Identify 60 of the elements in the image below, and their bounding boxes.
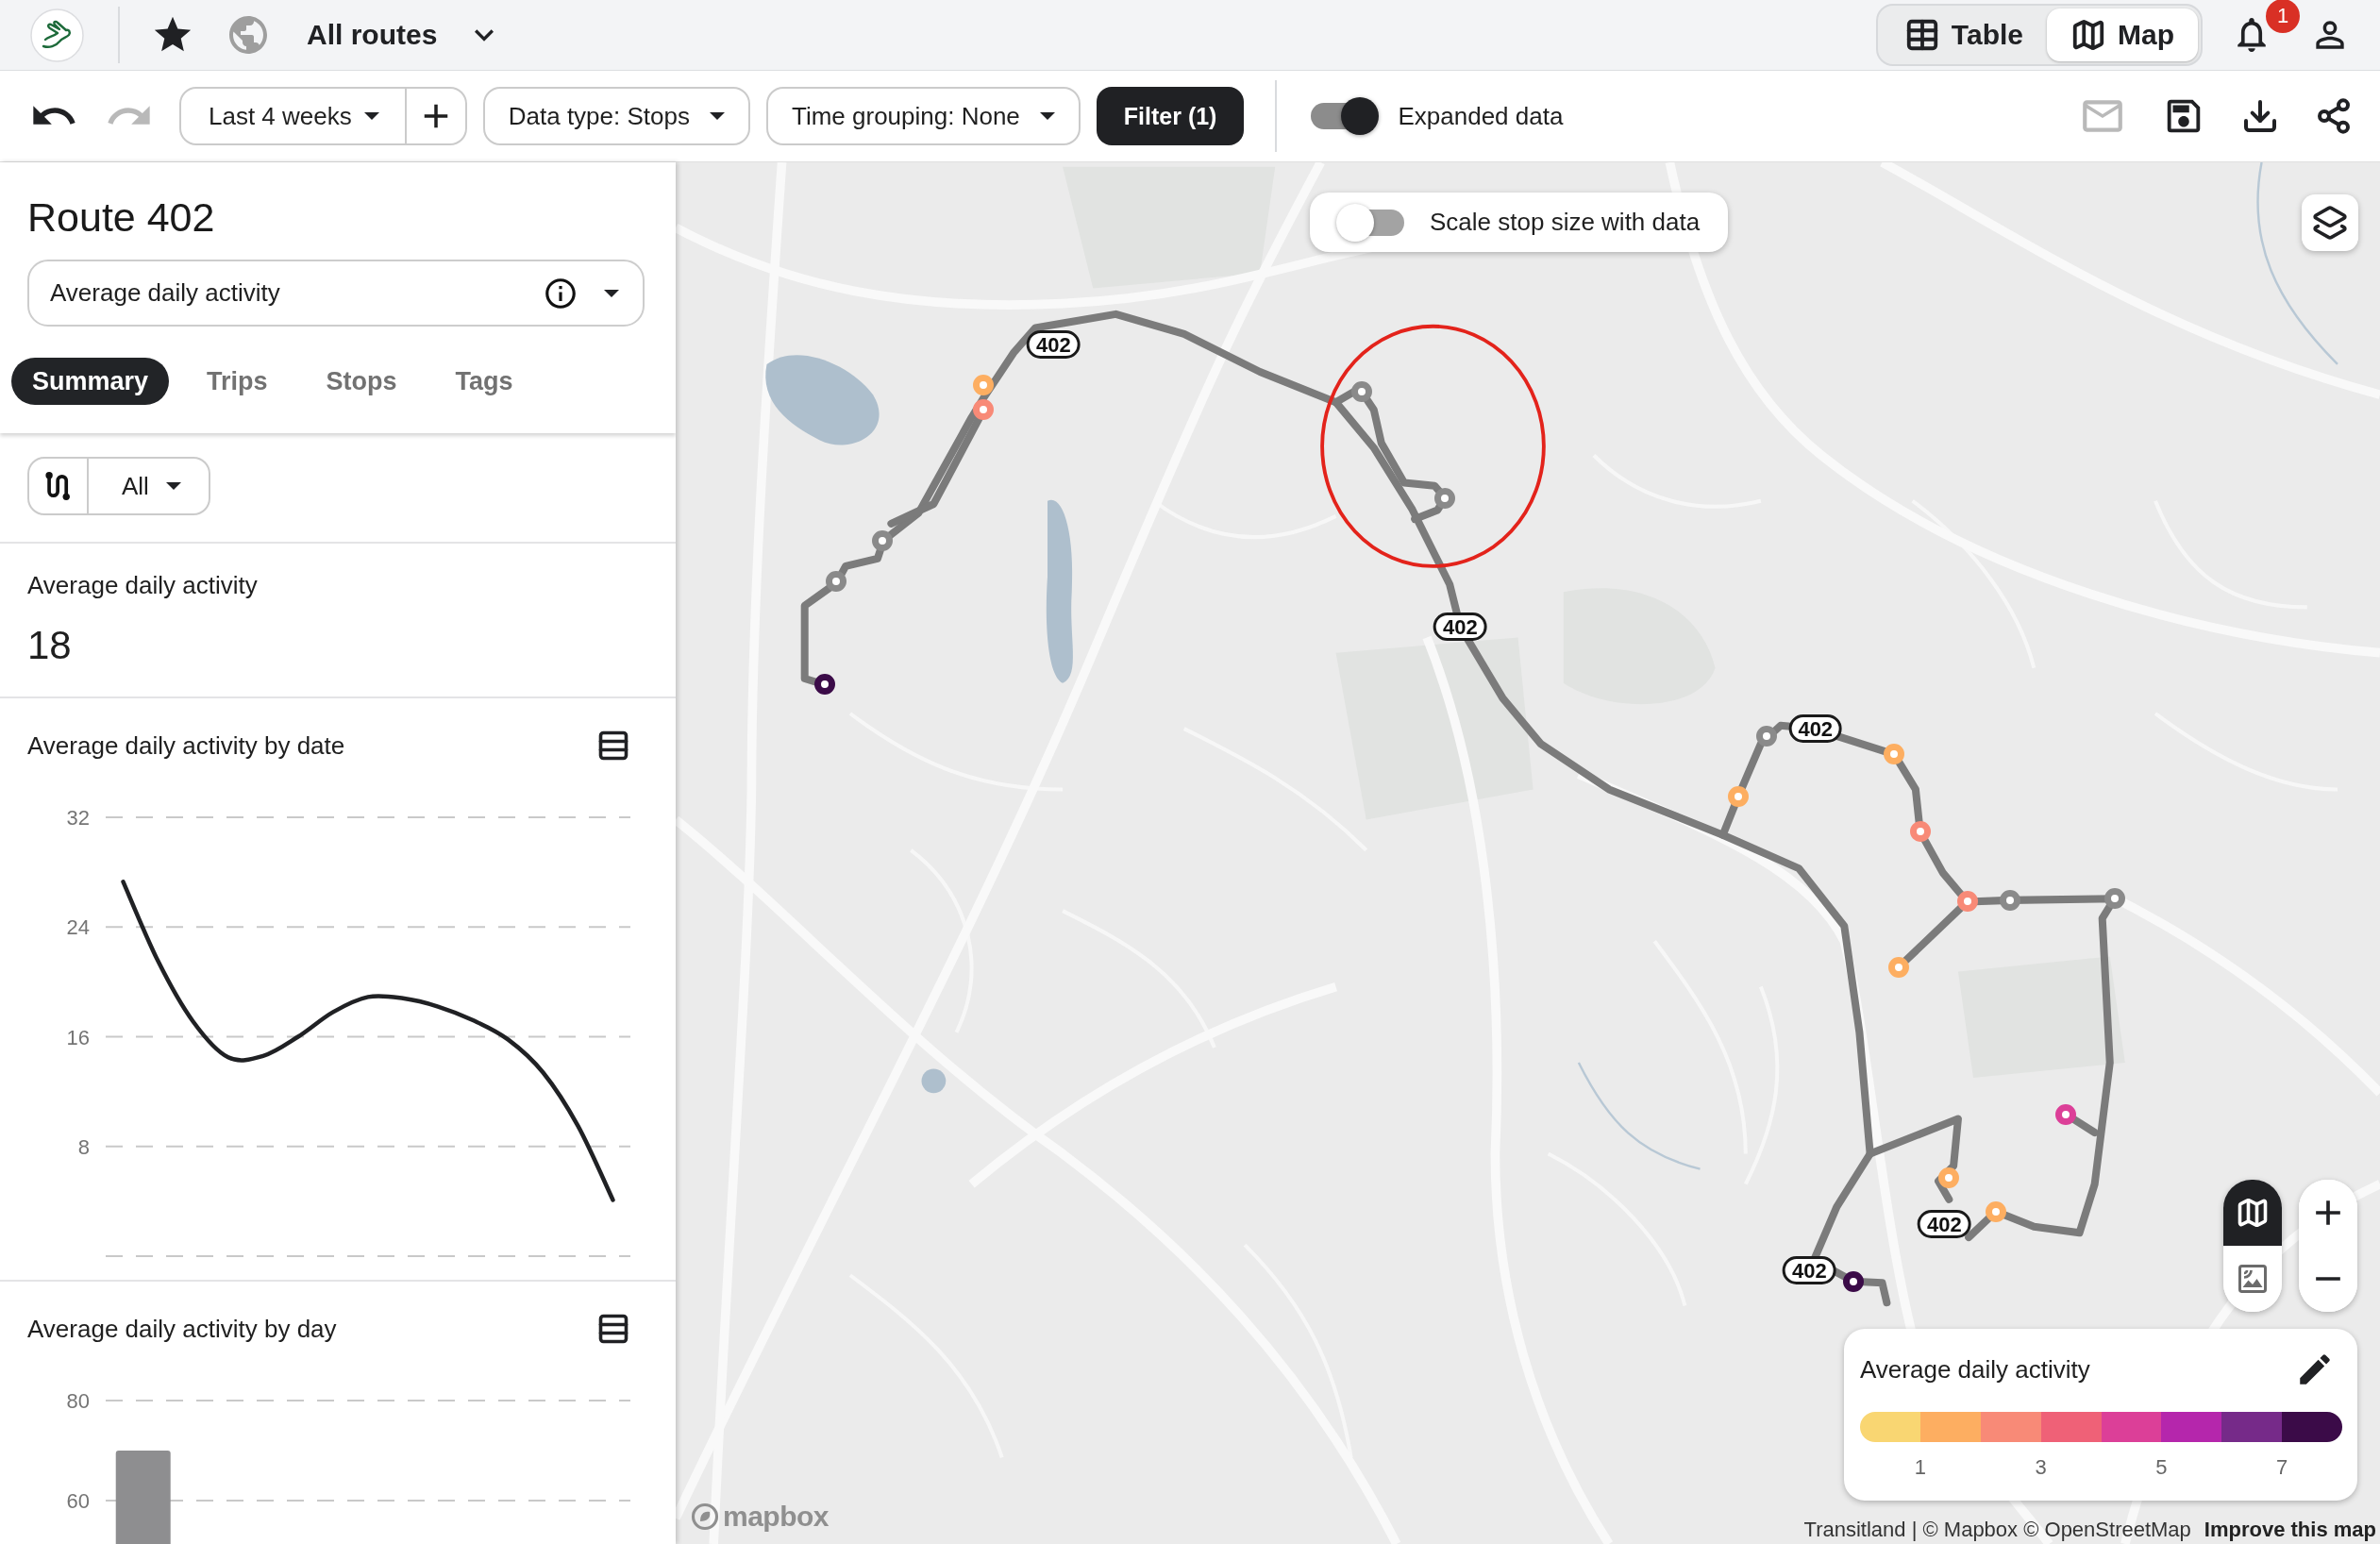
legend-tick-label: 1 [1914,1455,1926,1480]
chart-title: Average daily activity by date [27,730,345,761]
caret-icon [1039,112,1055,120]
satellite-icon[interactable] [2236,1262,2270,1296]
legend-tick-label: 7 [2276,1455,2288,1480]
view-tab[interactable]: Table [1880,8,2047,61]
route-shield: 402 [1433,613,1487,642]
tab[interactable]: Summary [11,358,170,405]
layers-icon [2312,205,2348,241]
date-range-dropdown[interactable]: Last 4 weeks [179,87,407,145]
route-title: Route 402 [27,193,216,242]
filter-button[interactable]: Filter (1) [1096,87,1245,145]
axis-tick-label: 16 [66,1025,90,1049]
chart-title: Average daily activity by day [27,1314,337,1344]
tab[interactable]: Stops [305,358,418,405]
map-icon[interactable] [2236,1196,2270,1230]
layers-button[interactable] [2302,194,2358,251]
mapbox-wordmark: mapbox [723,1501,830,1533]
map-icon [2070,17,2106,53]
toggle-label: Expanded data [1398,101,1564,131]
caret-icon [710,112,725,120]
toggle-label: Scale stop size with data [1430,208,1701,237]
attribution-text: Transitland | © Mapbox © OpenStreetMap [1803,1518,2191,1542]
rabbit-logo-icon[interactable] [30,8,84,62]
dropdown[interactable]: Time grouping: None [766,87,1081,145]
toggle-switch[interactable] [1336,203,1406,242]
notification-badge: 1 [2266,0,2300,33]
stat-label: Average daily activity [27,570,259,601]
axis-tick-label: 60 [66,1489,90,1513]
improve-map-link[interactable]: Improve this map [2204,1518,2376,1542]
dropdown[interactable]: Data type: Stops [482,87,750,145]
toggle-switch[interactable] [1309,97,1380,135]
route-shield: 402 [1027,330,1081,360]
metric-dropdown[interactable]: Average daily activity [27,260,645,327]
axis-tick-label: 8 [77,1134,90,1159]
tab[interactable]: Tags [434,358,534,405]
download-icon[interactable] [2241,97,2279,135]
map-style-button[interactable] [2223,1180,2282,1246]
bell-icon[interactable] [2238,18,2266,52]
caret-icon [165,482,181,490]
direction-dropdown[interactable]: All [89,457,210,515]
table-rows-icon[interactable] [596,1312,630,1346]
table-rows-icon[interactable] [596,729,630,763]
pond [921,1068,947,1094]
legend-title: Average daily activity [1860,1354,2090,1385]
caret-icon [363,112,379,120]
direction-button[interactable] [27,457,89,515]
route-selector[interactable]: All routes [307,16,504,54]
stat-value: 18 [27,622,73,669]
tab[interactable]: Trips [186,358,289,405]
axis-tick-label: 24 [66,915,90,940]
add-date-range-button[interactable] [406,87,467,145]
legend-tick-label: 5 [2155,1455,2168,1480]
axis-tick-label: 80 [66,1389,90,1413]
axis-tick-label: 32 [66,806,90,830]
share-icon[interactable] [2315,97,2353,135]
view-tab[interactable]: Map [2047,8,2198,61]
legend-tick-label: 3 [2035,1455,2047,1480]
mapbox-logo-icon [691,1502,719,1531]
caret-icon [604,289,619,297]
